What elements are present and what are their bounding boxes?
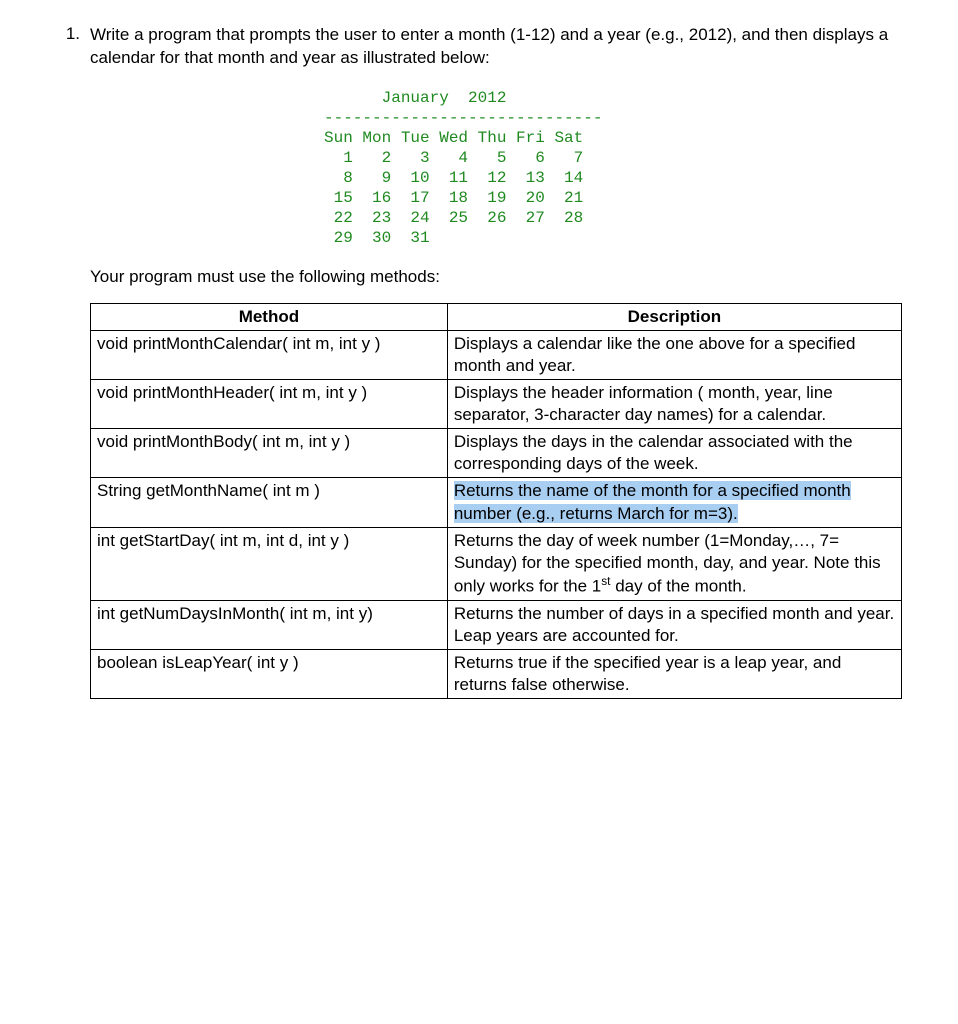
methods-intro: Your program must use the following meth… [90, 266, 902, 289]
method-cell: void printMonthBody( int m, int y ) [91, 429, 448, 478]
calendar-rule: ----------------------------- [324, 109, 602, 127]
header-description: Description [447, 303, 901, 330]
method-cell: String getMonthName( int m ) [91, 478, 448, 527]
calendar-row: 15 16 17 18 19 20 21 [324, 189, 583, 207]
table-row: String getMonthName( int m )Returns the … [91, 478, 902, 527]
method-cell: void printMonthCalendar( int m, int y ) [91, 330, 448, 379]
calendar-title: January 2012 [324, 89, 506, 107]
description-cell: Displays a calendar like the one above f… [447, 330, 901, 379]
calendar-row: 29 30 31 [324, 229, 430, 247]
header-method: Method [91, 303, 448, 330]
calendar-block: January 2012 ---------------------------… [324, 88, 902, 248]
problem-text: Write a program that prompts the user to… [90, 24, 902, 70]
description-cell: Returns the number of days in a specifie… [447, 600, 901, 649]
method-cell: int getNumDaysInMonth( int m, int y) [91, 600, 448, 649]
table-row: int getStartDay( int m, int d, int y )Re… [91, 527, 902, 600]
calendar-day-header: Sun Mon Tue Wed Thu Fri Sat [324, 129, 583, 147]
table-header-row: Method Description [91, 303, 902, 330]
description-cell: Returns true if the specified year is a … [447, 649, 901, 698]
calendar-example: January 2012 ---------------------------… [324, 88, 902, 248]
calendar-row: 8 9 10 11 12 13 14 [324, 169, 583, 187]
calendar-row: 1 2 3 4 5 6 7 [324, 149, 583, 167]
problem-statement: 1. Write a program that prompts the user… [56, 24, 902, 70]
description-cell: Returns the name of the month for a spec… [447, 478, 901, 527]
methods-table-body: void printMonthCalendar( int m, int y )D… [91, 330, 902, 698]
table-row: void printMonthBody( int m, int y )Displ… [91, 429, 902, 478]
method-cell: int getStartDay( int m, int d, int y ) [91, 527, 448, 600]
calendar-row: 22 23 24 25 26 27 28 [324, 209, 583, 227]
table-row: int getNumDaysInMonth( int m, int y)Retu… [91, 600, 902, 649]
table-row: void printMonthCalendar( int m, int y )D… [91, 330, 902, 379]
description-cell: Displays the days in the calendar associ… [447, 429, 901, 478]
problem-number: 1. [56, 24, 80, 44]
table-row: void printMonthHeader( int m, int y )Dis… [91, 380, 902, 429]
table-row: boolean isLeapYear( int y )Returns true … [91, 649, 902, 698]
methods-table: Method Description void printMonthCalend… [90, 303, 902, 699]
method-cell: void printMonthHeader( int m, int y ) [91, 380, 448, 429]
description-cell: Displays the header information ( month,… [447, 380, 901, 429]
highlighted-text: Returns the name of the month for a spec… [454, 481, 851, 522]
description-cell: Returns the day of week number (1=Monday… [447, 527, 901, 600]
method-cell: boolean isLeapYear( int y ) [91, 649, 448, 698]
